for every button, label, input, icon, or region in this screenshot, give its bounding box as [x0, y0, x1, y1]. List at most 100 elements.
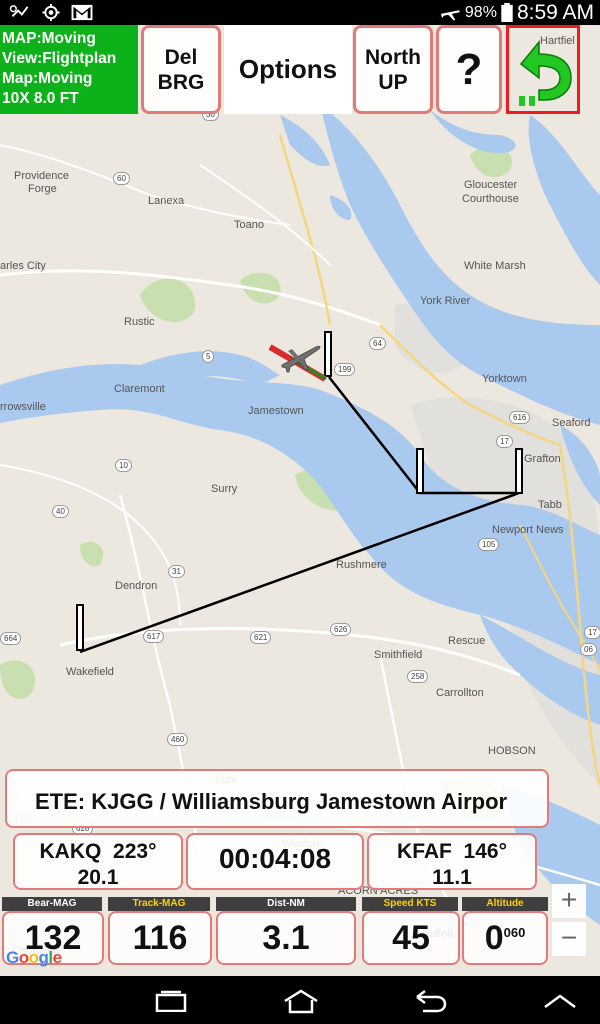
previous-waypoint-bearing: 223° — [113, 840, 157, 863]
home-icon[interactable] — [282, 988, 320, 1014]
previous-waypoint-panel[interactable]: KAKQ 223° 20.1 — [13, 833, 183, 890]
road-shield: 10 — [115, 459, 132, 472]
altitude-value-sup: 060 — [503, 924, 526, 940]
road-shield: 17 — [584, 626, 600, 639]
next-waypoint-bearing: 146° — [463, 840, 507, 863]
road-shield: 31 — [168, 565, 185, 578]
map-place-label: Gloucester — [464, 179, 518, 191]
map-place-label: Grafton — [524, 453, 561, 465]
view-mode-line: View:Flightplan — [2, 50, 117, 67]
signal-scan-icon — [9, 5, 29, 17]
ete-text: ETE: KJGG / Williamsburg Jamestown Airpo… — [35, 789, 508, 814]
bearing-header-label: Bear-MAG — [27, 898, 77, 909]
ete-panel[interactable]: ETE: KJGG / Williamsburg Jamestown Airpo… — [5, 769, 549, 828]
distance-value-box[interactable]: 3.1 — [216, 911, 356, 965]
road-shield: 460 — [167, 733, 189, 746]
road-shield: 105 — [478, 538, 500, 551]
battery-percent: 98% — [464, 3, 497, 21]
nav-bar — [0, 976, 600, 1024]
road-shield: 60 — [113, 172, 130, 185]
options-button[interactable]: Options — [224, 25, 352, 114]
road-shield: 617 — [143, 630, 165, 643]
status-right: 98% 8:59 AM — [439, 0, 594, 25]
north-up-button[interactable]: North UP — [353, 25, 433, 114]
zoom-in-label: + — [560, 884, 578, 915]
recent-apps-icon[interactable] — [153, 990, 189, 1012]
back-button[interactable] — [506, 25, 580, 114]
map-place-label: HOBSON — [488, 745, 536, 757]
map-place-label: White Marsh — [464, 260, 526, 272]
distance-header: Dist-NM — [216, 897, 356, 911]
speed-header: Speed KTS — [362, 897, 458, 911]
help-button[interactable]: ? — [436, 25, 502, 114]
map-place-label: Lanexa — [148, 195, 185, 207]
map-place-label: Tabb — [538, 499, 562, 511]
gmail-icon — [71, 4, 93, 21]
del-brg-button[interactable]: Del BRG — [141, 25, 221, 114]
road-shield: 199 — [334, 363, 356, 376]
previous-waypoint-row: KAKQ 223° — [15, 839, 181, 865]
map-place-label: Claremont — [114, 383, 165, 395]
map-place-label: arles City — [0, 260, 46, 272]
map-place-label: Seaford — [552, 417, 591, 429]
altitude-value: 0 — [484, 918, 504, 957]
road-shield: 17 — [496, 435, 513, 448]
road-shield: 664 — [0, 632, 22, 645]
road-shield: 616 — [509, 411, 531, 424]
map-place-label: Carrollton — [436, 687, 484, 699]
track-value-box[interactable]: 116 — [108, 911, 212, 965]
map-place-label: Providence — [14, 170, 70, 182]
map-mode-line: MAP:Moving — [2, 30, 96, 47]
map-place-label: Dendron — [115, 580, 158, 592]
map-place-label: Yorktown — [482, 373, 527, 385]
ete-timer-panel[interactable]: 00:04:08 — [186, 833, 364, 890]
aircraft-icon — [281, 345, 321, 373]
collapse-icon[interactable] — [542, 992, 578, 1010]
previous-waypoint-id: KAKQ — [39, 840, 102, 863]
airplane-icon — [440, 9, 460, 20]
back-icon[interactable] — [413, 988, 449, 1014]
altitude-header-label: Altitude — [486, 898, 524, 909]
road-shield: 626 — [330, 623, 352, 636]
map-state-line: Map:Moving — [2, 70, 93, 87]
road-shield: 64 — [369, 337, 386, 350]
options-label: Options — [238, 54, 338, 84]
altitude-value-box[interactable]: 0 060 — [462, 911, 548, 965]
map-place-label: Newport News — [492, 524, 564, 536]
next-waypoint-id: KFAF — [397, 840, 452, 863]
map-place-label: Courthouse — [462, 193, 519, 205]
ete-timer: 00:04:08 — [218, 843, 332, 874]
zoom-in-button[interactable]: + — [552, 884, 586, 918]
status-bar: 98% 8:59 AM — [0, 0, 600, 25]
track-value: 116 — [132, 918, 188, 957]
road-shield: 258 — [407, 670, 429, 683]
map-mode-info: MAP:Moving View:Flightplan Map:Moving 10… — [0, 25, 138, 114]
zoom-out-label: − — [560, 922, 578, 953]
map-place-label: rrowsville — [0, 401, 46, 413]
speed-value-box[interactable]: 45 — [362, 911, 460, 965]
north-up-line1: North — [365, 45, 421, 69]
speed-value: 45 — [392, 918, 430, 957]
map-place-label: Rushmere — [336, 559, 387, 571]
road-shield: 06 — [580, 643, 597, 656]
previous-waypoint-distance: 20.1 — [77, 866, 119, 889]
return-arrow-icon — [519, 39, 572, 106]
north-up-line2: UP — [378, 70, 408, 94]
zoom-out-button[interactable]: − — [552, 922, 586, 956]
next-waypoint-distance: 11.1 — [432, 866, 472, 889]
speed-header-label: Speed KTS — [383, 898, 437, 909]
google-logo: Google — [6, 948, 62, 967]
map-place-label: Rustic — [124, 316, 155, 328]
del-brg-line2: BRG — [157, 70, 205, 94]
help-label: ? — [455, 44, 483, 94]
track-header: Track-MAG — [108, 897, 210, 911]
altitude-header: Altitude — [462, 897, 548, 911]
clock: 8:59 AM — [516, 0, 594, 24]
distance-header-label: Dist-NM — [267, 898, 305, 909]
map-place-label: Jamestown — [248, 405, 304, 417]
map-place-label: Surry — [211, 483, 238, 495]
map-place-label: Toano — [234, 219, 264, 231]
road-shield: 40 — [52, 505, 69, 518]
map-place-label: Wakefield — [66, 666, 114, 678]
next-waypoint-panel[interactable]: KFAF 146° 11.1 — [367, 833, 537, 890]
